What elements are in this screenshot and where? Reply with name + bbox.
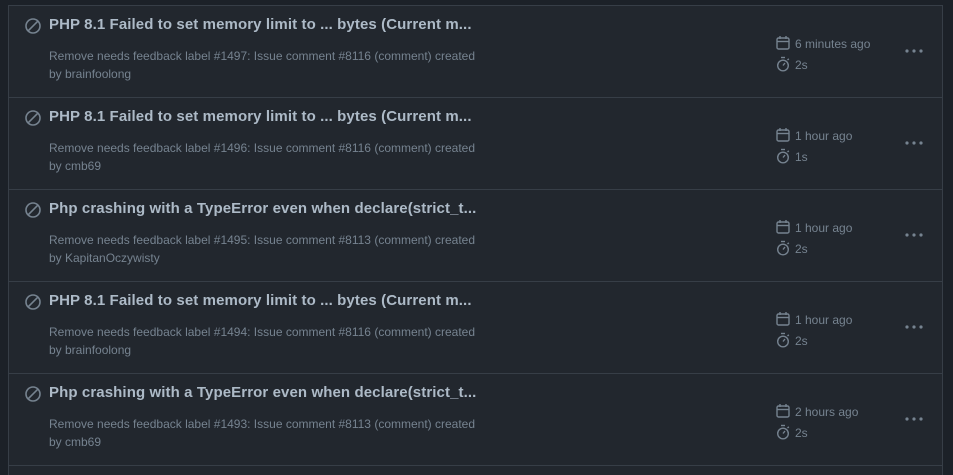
skipped-icon (25, 110, 41, 126)
stopwatch-icon (776, 240, 790, 256)
kebab-horizontal-icon[interactable] (902, 133, 926, 153)
skipped-icon (25, 202, 41, 218)
stopwatch-icon (776, 56, 790, 72)
calendar-icon (776, 312, 790, 326)
run-time: 6 minutes ago (795, 37, 871, 51)
calendar-icon (776, 36, 790, 50)
run-workflow-info: Remove needs feedback label #1497: Issue… (49, 49, 476, 63)
run-time: 1 hour ago (795, 313, 853, 327)
kebab-horizontal-icon[interactable] (902, 317, 926, 337)
run-author: by brainfoolong (49, 343, 132, 357)
run-workflow-info: Remove needs feedback label #1495: Issue… (49, 233, 476, 247)
run-time: 1 hour ago (795, 221, 853, 235)
workflow-run-row[interactable]: PHP 8.1 Failed to set memory limit to ..… (9, 98, 942, 190)
run-duration: 2s (795, 426, 808, 440)
skipped-icon (25, 294, 41, 310)
calendar-icon (776, 128, 790, 142)
kebab-horizontal-icon[interactable] (902, 225, 926, 245)
run-author: by brainfoolong (49, 67, 132, 81)
workflow-run-row[interactable]: PHP 8.1 Failed to set memory limit to ..… (9, 6, 942, 98)
kebab-horizontal-icon[interactable] (902, 41, 926, 61)
stopwatch-icon (776, 148, 790, 164)
run-title-link[interactable]: Php crashing with a TypeError even when … (49, 384, 476, 401)
run-duration: 1s (795, 150, 808, 164)
calendar-icon (776, 220, 790, 234)
stopwatch-icon (776, 424, 790, 440)
skipped-icon (25, 386, 41, 402)
run-workflow-info: Remove needs feedback label #1493: Issue… (49, 417, 476, 431)
run-duration: 2s (795, 334, 808, 348)
run-time: 1 hour ago (795, 129, 853, 143)
workflow-run-row[interactable]: PHP 8.1 Failed to set memory limit to ..… (9, 282, 942, 374)
run-workflow-info: Remove needs feedback label #1494: Issue… (49, 325, 476, 339)
workflow-runs-list: PHP 8.1 Failed to set memory limit to ..… (8, 5, 943, 475)
run-title-link[interactable]: Php crashing with a TypeError even when … (49, 200, 476, 217)
kebab-horizontal-icon[interactable] (902, 409, 926, 429)
stopwatch-icon (776, 332, 790, 348)
run-title-link[interactable]: PHP 8.1 Failed to set memory limit to ..… (49, 292, 472, 309)
run-workflow-info: Remove needs feedback label #1496: Issue… (49, 141, 476, 155)
run-author: by cmb69 (49, 435, 102, 449)
run-duration: 2s (795, 58, 808, 72)
workflow-run-row[interactable]: Php crashing with a TypeError even when … (9, 190, 942, 282)
calendar-icon (776, 404, 790, 418)
workflow-run-row[interactable]: Php crashing with a TypeError even when … (9, 374, 942, 466)
run-author: by KapitanOczywisty (49, 251, 160, 265)
run-duration: 2s (795, 242, 808, 256)
run-time: 2 hours ago (795, 405, 859, 419)
run-title-link[interactable]: PHP 8.1 Failed to set memory limit to ..… (49, 108, 472, 125)
skipped-icon (25, 18, 41, 34)
run-author: by cmb69 (49, 159, 102, 173)
run-title-link[interactable]: PHP 8.1 Failed to set memory limit to ..… (49, 16, 472, 33)
